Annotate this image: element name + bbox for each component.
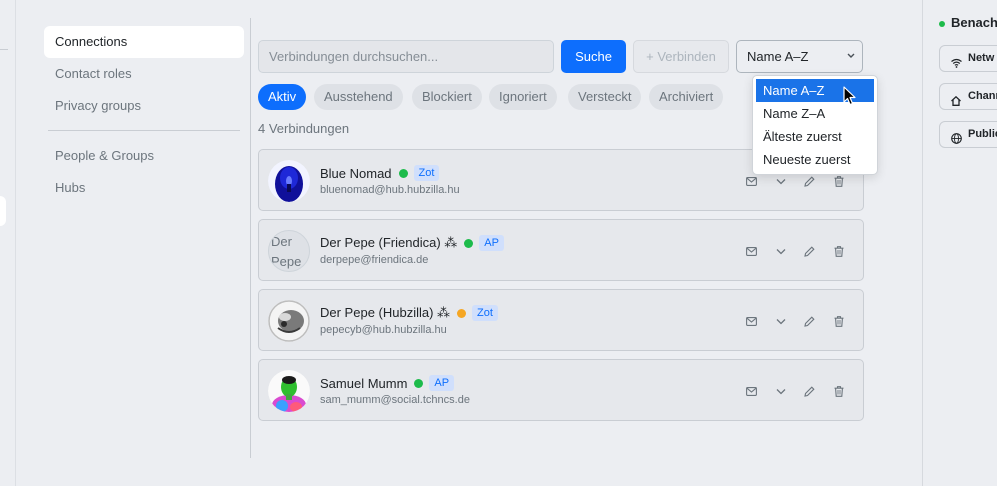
connection-actions bbox=[737, 384, 853, 398]
online-status-dot bbox=[398, 168, 408, 178]
connection-name[interactable]: Blue Nomad bbox=[320, 166, 392, 181]
side-nav-divider bbox=[48, 130, 240, 131]
sort-option-newest[interactable]: Neueste zuerst bbox=[756, 148, 874, 171]
connections-side-nav: Connections Contact roles Privacy groups… bbox=[44, 26, 244, 204]
channel-button[interactable]: Chann bbox=[939, 83, 997, 110]
sort-select[interactable]: Name A–Z bbox=[736, 40, 863, 73]
connection-handle: derpepe@friendica.de bbox=[320, 254, 429, 266]
connection-card[interactable]: Der Pepe (Hubzilla) ⁂ Zot pepecyb@hub.hu… bbox=[258, 289, 864, 351]
chevron-down-icon[interactable] bbox=[766, 384, 795, 398]
connection-name[interactable]: Der Pepe (Hubzilla) ⁂ bbox=[320, 305, 450, 321]
rail-divider bbox=[0, 49, 8, 50]
message-icon[interactable] bbox=[737, 384, 766, 398]
sort-select-value: Name A–Z bbox=[747, 49, 809, 64]
connection-name-row: Der Pepe (Friendica) ⁂ AP bbox=[320, 235, 504, 251]
connection-handle: pepecyb@hub.hubzilla.hu bbox=[320, 324, 447, 336]
connection-handle: sam_mumm@social.tchncs.de bbox=[320, 394, 470, 406]
content-divider bbox=[250, 18, 251, 458]
search-input[interactable] bbox=[258, 40, 554, 73]
side-item-privacy-groups[interactable]: Privacy groups bbox=[44, 90, 244, 122]
filter-chip-ignoriert[interactable]: Ignoriert bbox=[489, 84, 557, 110]
message-icon[interactable] bbox=[737, 244, 766, 258]
message-icon[interactable] bbox=[737, 314, 766, 328]
chevron-down-icon[interactable] bbox=[766, 314, 795, 328]
network-button-label: Netw bbox=[968, 52, 995, 64]
connection-actions bbox=[737, 244, 853, 258]
network-button[interactable]: Netw bbox=[939, 45, 997, 72]
filter-chip-versteckt[interactable]: Versteckt bbox=[568, 84, 642, 110]
notifications-title: Benach bbox=[951, 15, 997, 30]
connection-name-row: Der Pepe (Hubzilla) ⁂ Zot bbox=[320, 305, 498, 321]
side-item-people-groups[interactable]: People & Groups bbox=[44, 140, 244, 172]
edit-pencil-icon[interactable] bbox=[795, 174, 824, 188]
connection-name[interactable]: Der Pepe (Friendica) ⁂ bbox=[320, 235, 457, 251]
search-button[interactable]: Suche bbox=[561, 40, 626, 73]
side-item-connections[interactable]: Connections bbox=[44, 26, 244, 58]
edit-pencil-icon[interactable] bbox=[795, 244, 824, 258]
right-notification-panel: Benach Netw Chann Public bbox=[922, 0, 997, 486]
protocol-badge: AP bbox=[479, 235, 504, 251]
public-button-label: Public bbox=[968, 128, 997, 140]
notifications-header: Benach bbox=[939, 15, 997, 30]
message-icon[interactable] bbox=[737, 174, 766, 188]
connection-handle: bluenomad@hub.hubzilla.hu bbox=[320, 184, 460, 196]
avatar: Der Pepe bbox=[268, 230, 310, 272]
side-item-hubs[interactable]: Hubs bbox=[44, 172, 244, 204]
filter-chip-archiviert[interactable]: Archiviert bbox=[649, 84, 724, 110]
filter-chip-aktiv[interactable]: Aktiv bbox=[258, 84, 307, 110]
home-icon bbox=[951, 91, 961, 116]
online-status-dot bbox=[414, 378, 424, 388]
channel-button-label: Chann bbox=[968, 90, 997, 102]
protocol-badge: Zot bbox=[472, 305, 498, 321]
filter-chip-ausstehend[interactable]: Ausstehend bbox=[314, 84, 403, 110]
trash-icon[interactable] bbox=[824, 174, 853, 188]
connect-button[interactable]: + Verbinden bbox=[633, 40, 729, 73]
connection-name[interactable]: Samuel Mumm bbox=[320, 376, 407, 391]
avatar bbox=[268, 160, 310, 202]
wifi-icon bbox=[951, 53, 962, 78]
protocol-badge: Zot bbox=[413, 165, 440, 181]
trash-icon[interactable] bbox=[824, 384, 853, 398]
trash-icon[interactable] bbox=[824, 314, 853, 328]
avatar bbox=[268, 370, 310, 412]
away-status-dot bbox=[457, 308, 467, 318]
sort-dropdown-menu: Name A–Z Name Z–A Älteste zuerst Neueste… bbox=[752, 75, 878, 175]
connection-actions bbox=[737, 174, 853, 188]
connection-name-row: Blue Nomad Zot bbox=[320, 165, 440, 181]
public-button[interactable]: Public bbox=[939, 121, 997, 148]
connection-card[interactable]: Samuel Mumm AP sam_mumm@social.tchncs.de bbox=[258, 359, 864, 421]
avatar bbox=[268, 300, 310, 342]
left-rail bbox=[0, 0, 16, 486]
edit-pencil-icon[interactable] bbox=[795, 384, 824, 398]
connection-count: 4 Verbindungen bbox=[258, 121, 350, 136]
trash-icon[interactable] bbox=[824, 244, 853, 258]
protocol-badge: AP bbox=[429, 375, 455, 391]
mouse-cursor-icon bbox=[843, 86, 857, 111]
connection-card[interactable]: Der Pepe Der Pepe (Friendica) ⁂ AP derpe… bbox=[258, 219, 864, 281]
connection-actions bbox=[737, 314, 853, 328]
connection-name-row: Samuel Mumm AP bbox=[320, 375, 455, 391]
rail-active-indicator bbox=[0, 196, 6, 226]
sort-option-oldest[interactable]: Älteste zuerst bbox=[756, 125, 874, 148]
side-item-contact-roles[interactable]: Contact roles bbox=[44, 58, 244, 90]
online-status-dot bbox=[464, 238, 474, 248]
filter-chip-blockiert[interactable]: Blockiert bbox=[412, 84, 482, 110]
chevron-down-icon[interactable] bbox=[766, 244, 795, 258]
globe-icon bbox=[951, 129, 962, 154]
edit-pencil-icon[interactable] bbox=[795, 314, 824, 328]
online-status-dot bbox=[939, 20, 945, 27]
chevron-down-icon[interactable] bbox=[766, 174, 795, 188]
